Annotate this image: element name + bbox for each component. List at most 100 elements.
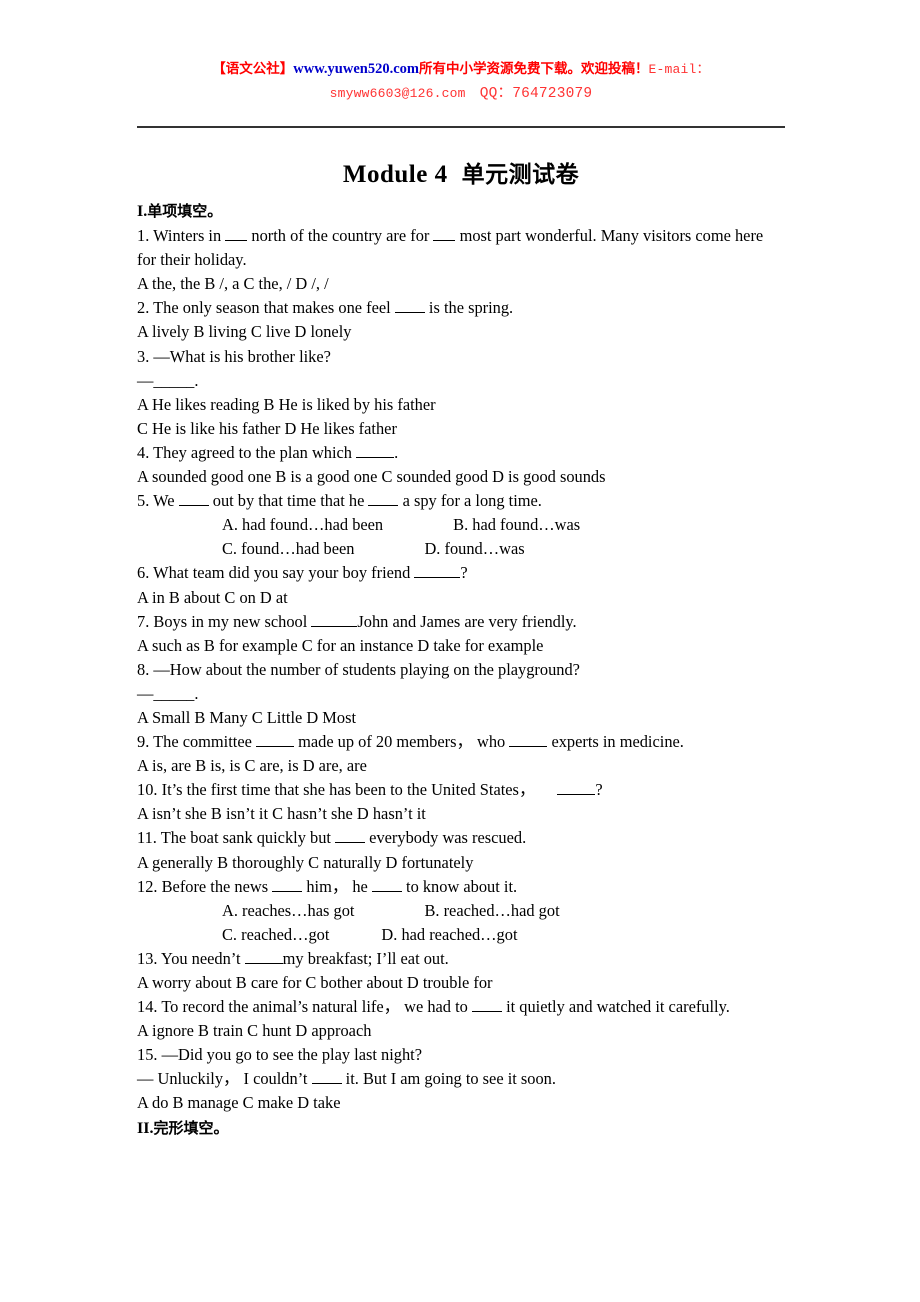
question-stem-part: experts in medicine. bbox=[551, 732, 684, 752]
question-stem-part: everybody was rescued. bbox=[369, 828, 527, 848]
question-options: A ignore B train C hunt D approach bbox=[137, 1021, 372, 1041]
question-stem-part: to know about it. bbox=[406, 876, 518, 896]
banner-qq-number: 764723079 bbox=[512, 86, 593, 102]
question-stem-part: it quietly and watched it carefully. bbox=[506, 997, 730, 1017]
question-answer-prompt: —_____. bbox=[137, 683, 199, 703]
banner-line-2: smyww6603@126.com QQ：764723079 bbox=[137, 82, 785, 105]
question-stem-part: —What is his brother like? bbox=[153, 346, 331, 366]
answer-blank bbox=[368, 505, 399, 507]
question-stem: 14. To record the animal’s natural life，… bbox=[137, 995, 785, 1019]
question-stem-part: a spy for a long time. bbox=[402, 491, 542, 511]
question-stem: 15. —Did you go to see the play last nig… bbox=[137, 1043, 785, 1067]
question-number: 2. bbox=[137, 298, 150, 318]
question-options: A He likes reading B He is liked by his … bbox=[137, 394, 436, 414]
answer-blank bbox=[311, 625, 358, 627]
question-stem-part: John and James are very friendly. bbox=[357, 611, 577, 631]
question-options: C He is like his father D He likes fathe… bbox=[137, 418, 397, 438]
banner-line-1: 【语文公社】www.yuwen520.com所有中小学资源免费下载。欢迎投稿！E… bbox=[137, 58, 785, 81]
question-number: 1. bbox=[137, 226, 150, 246]
question-stem: 13. You needn’t my breakfast; I’ll eat o… bbox=[137, 947, 785, 971]
site-banner: 【语文公社】www.yuwen520.com所有中小学资源免费下载。欢迎投稿！E… bbox=[137, 58, 785, 105]
question-stem-part: most part wonderful. Many visitors come … bbox=[137, 226, 764, 270]
question-stem: 7. Boys in my new school John and James … bbox=[137, 610, 785, 634]
question-number: 14. bbox=[137, 997, 158, 1017]
answer-blank bbox=[371, 890, 402, 892]
question-stem-part: ? bbox=[460, 563, 468, 583]
question-stem: 4. They agreed to the plan which . bbox=[137, 441, 785, 465]
section-2-title: 完形填空。 bbox=[153, 1118, 229, 1137]
answer-blank bbox=[244, 962, 283, 964]
question-options: C. found…had been D. found…was bbox=[137, 537, 785, 561]
option-item: B. reached…had got bbox=[424, 900, 560, 920]
question-stem-part: is the spring. bbox=[428, 298, 514, 318]
option-item: A. had found…had been bbox=[222, 515, 384, 535]
page-title-en: Module 4 bbox=[342, 161, 448, 188]
banner-bracket-text: 【语文公社】 bbox=[212, 61, 294, 77]
question-stem: 10. It’s the first time that she has bee… bbox=[137, 778, 785, 802]
page-title: Module 4 单元测试卷 bbox=[137, 155, 785, 189]
question-stem-part: We bbox=[153, 491, 175, 511]
answer-blank bbox=[178, 505, 209, 507]
question-options: A lively B living C live D lonely bbox=[137, 322, 352, 342]
answer-blank bbox=[433, 240, 456, 242]
question-number: 11. bbox=[137, 828, 157, 848]
question-stem-part: The only season that makes one feel bbox=[153, 298, 391, 318]
question-stem: 9. The committee made up of 20 members， … bbox=[137, 730, 785, 754]
question-stem-part: They agreed to the plan which bbox=[153, 442, 352, 462]
section-heading-1: I.单项填空。 bbox=[137, 199, 785, 224]
answer-blank bbox=[335, 842, 366, 844]
question-options: A sounded good one B is a good one C sou… bbox=[137, 467, 606, 487]
question-options: C. reached…got D. had reached…got bbox=[137, 923, 785, 947]
answer-part: — Unluckily， I couldn’t bbox=[137, 1069, 308, 1089]
page-title-cn: 单元测试卷 bbox=[461, 162, 580, 188]
header-divider-rule bbox=[137, 126, 785, 128]
question-options: A Small B Many C Little D Most bbox=[137, 707, 357, 727]
answer-blank bbox=[356, 456, 395, 458]
answer-blank bbox=[255, 746, 294, 748]
option-item: D. found…was bbox=[424, 539, 525, 559]
answer-blank bbox=[557, 794, 596, 796]
question-options: A. had found…had been B. had found…was bbox=[137, 513, 785, 537]
question-number: 12. bbox=[137, 876, 158, 896]
question-options: A generally B thoroughly C naturally D f… bbox=[137, 852, 474, 872]
answer-blank bbox=[509, 746, 548, 748]
question-number: 9. bbox=[137, 732, 150, 752]
question-stem-part: made up of 20 members， who bbox=[298, 732, 506, 752]
banner-url[interactable]: www.yuwen520.com bbox=[293, 61, 419, 77]
banner-email-address[interactable]: smyww6603@126.com bbox=[330, 86, 466, 101]
question-stem-part: him， he bbox=[306, 876, 368, 896]
question-options: A. reaches…has got B. reached…had got bbox=[137, 899, 785, 923]
question-stem-part: The boat sank quickly but bbox=[160, 828, 331, 848]
option-item: A. reaches…has got bbox=[222, 900, 355, 920]
question-stem-part: Before the news bbox=[161, 876, 269, 896]
question-options: A such as B for example C for an instanc… bbox=[137, 635, 544, 655]
question-stem-part: —Did you go to see the play last night? bbox=[161, 1045, 422, 1065]
question-answer-prompt: —_____. bbox=[137, 370, 199, 390]
question-stem-part: You needn’t bbox=[161, 948, 241, 968]
exam-body: I.单项填空。 1. Winters in north of the count… bbox=[137, 199, 785, 1141]
question-number: 6. bbox=[137, 563, 150, 583]
question-number: 15. bbox=[137, 1045, 158, 1065]
section-2-numeral: II. bbox=[137, 1119, 154, 1137]
question-stem-part: —How about the number of students playin… bbox=[153, 659, 580, 679]
answer-blank bbox=[225, 240, 248, 242]
question-options: A worry about B care for C bother about … bbox=[137, 973, 493, 992]
question-stem-part: Winters in bbox=[153, 226, 222, 246]
question-stem-part: The committee bbox=[153, 732, 252, 752]
question-stem-part: . bbox=[394, 442, 399, 462]
answer-blank bbox=[414, 577, 461, 579]
question-stem-part: my breakfast; I’ll eat out. bbox=[282, 948, 449, 968]
option-item: D. had reached…got bbox=[381, 924, 518, 944]
answer-blank bbox=[311, 1083, 342, 1085]
question-stem-part: ? bbox=[595, 780, 603, 800]
banner-tail-text: 所有中小学资源免费下载。欢迎投稿！ bbox=[418, 61, 649, 77]
question-number: 13. bbox=[137, 948, 158, 968]
question-options: A in B about C on D at bbox=[137, 587, 288, 607]
answer-blank bbox=[272, 890, 303, 892]
question-options: A do B manage C make D take bbox=[137, 1093, 341, 1113]
question-answer-prompt: — Unluckily， I couldn’t it. But I am goi… bbox=[137, 1067, 785, 1091]
question-number: 3. bbox=[137, 346, 150, 366]
banner-email-label: E-mail： bbox=[648, 62, 710, 77]
question-stem-part: To record the animal’s natural life， we … bbox=[161, 997, 468, 1017]
answer-blank bbox=[471, 1011, 502, 1013]
